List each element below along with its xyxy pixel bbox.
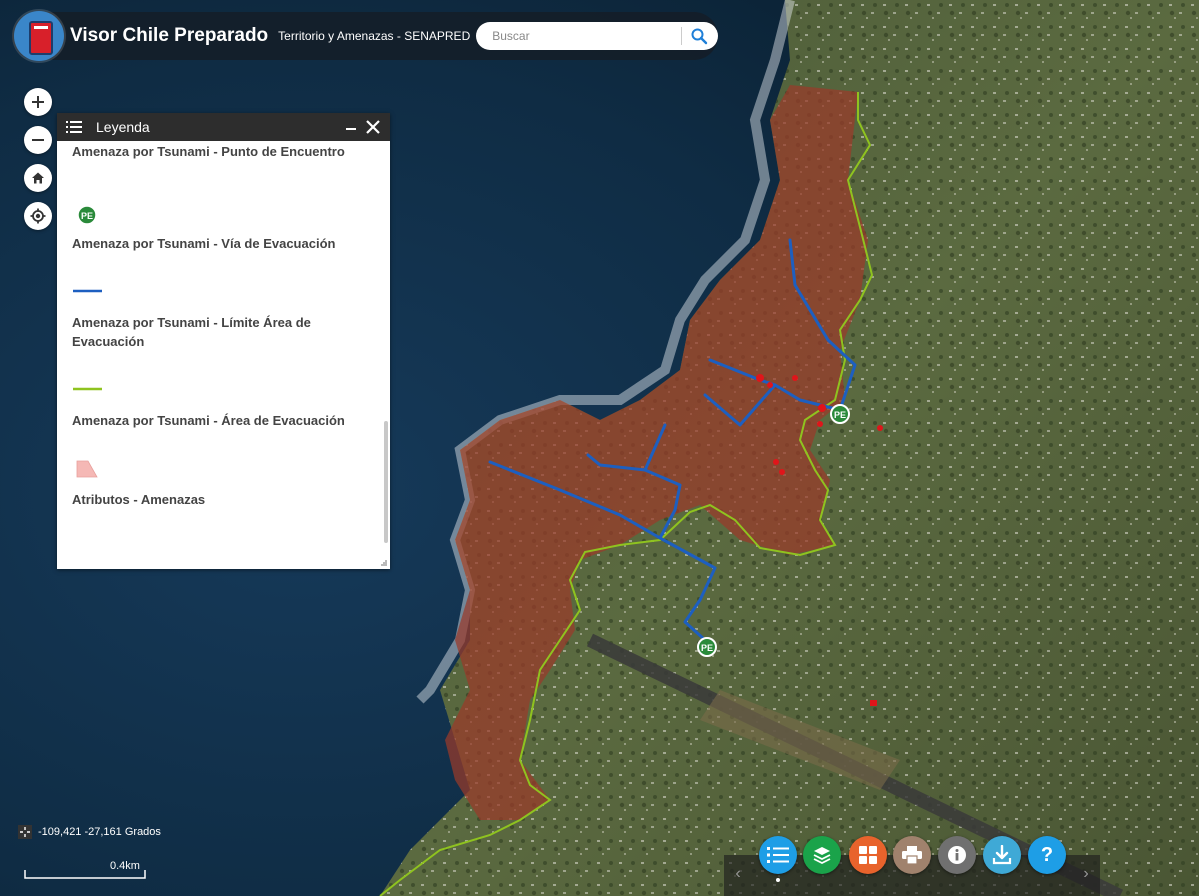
meeting-point-marker[interactable]: PE [830,404,850,424]
legend-panel: Leyenda Amenaza por Tsunami - Punto de E… [57,113,390,569]
basemap-grid-icon [859,846,877,864]
legend-scrollbar[interactable] [384,421,388,543]
legend-item-title: Amenaza por Tsunami - Vía de Evacuación [72,236,336,251]
meeting-point-symbol-icon: PE [77,205,97,225]
print-button[interactable] [893,836,931,874]
layers-icon [813,847,831,865]
basemap-button[interactable] [849,836,887,874]
zoom-in-button[interactable] [24,88,52,116]
resize-grip-icon[interactable] [380,559,388,567]
zoom-out-button[interactable] [24,126,52,154]
home-icon [32,172,44,184]
evacuation-limit-symbol-icon [73,387,102,391]
search-icon[interactable] [690,27,708,45]
search-box [476,22,718,50]
info-button[interactable] [938,836,976,874]
app-title: Visor Chile Preparado [70,25,269,46]
minus-icon [32,139,44,141]
my-location-button[interactable] [24,202,52,230]
help-icon: ? [1040,843,1054,866]
download-button[interactable] [983,836,1021,874]
plus-icon [32,96,44,108]
legend-list-icon [767,847,789,863]
app-header: Visor Chile Preparado Territorio y Amena… [12,11,718,61]
app-subtitle: Territorio y Amenazas - SENAPRED [278,29,471,43]
print-icon [902,846,922,864]
legend-item-title: Atributos - Amenazas [72,492,206,507]
svg-text:PE: PE [81,211,93,221]
legend-item-title: Amenaza por Tsunami - Límite Área de Eva… [72,315,311,349]
scale-bar: 0.4km [24,860,146,880]
scale-label: 0.4km [110,860,140,872]
coordinates-readout: -109,421 -27,161 Grados [18,824,161,840]
list-icon [66,121,82,133]
coordinates-text: -109,421 -27,161 Grados [38,826,161,838]
svg-text:PE: PE [834,410,846,420]
close-icon[interactable] [364,118,382,136]
meeting-point-marker[interactable]: PE [697,637,717,657]
download-icon [992,845,1012,865]
evacuation-route-symbol-icon [73,289,102,293]
search-input[interactable] [490,28,695,44]
minimize-icon[interactable] [344,119,358,135]
legend-body: Amenaza por Tsunami - Punto de Encuentro… [72,141,380,569]
legend-title: Leyenda [96,119,150,135]
evacuation-area-symbol-icon [76,460,98,478]
legend-button[interactable] [759,836,797,874]
legend-item-title: Amenaza por Tsunami - Punto de Encuentro [72,144,345,159]
legend-header: Leyenda [57,113,390,141]
search-divider [681,27,682,45]
locate-icon [30,208,46,224]
app-logo [14,11,64,61]
info-icon [948,846,966,864]
active-indicator [776,878,780,882]
legend-item-title: Amenaza por Tsunami - Área de Evacuación [72,413,345,428]
layers-button[interactable] [803,836,841,874]
svg-text:PE: PE [701,643,713,653]
toolbar-next-button[interactable]: › [1078,865,1094,883]
home-button[interactable] [24,164,52,192]
help-button[interactable]: ? [1028,836,1066,874]
toolbar-prev-button[interactable]: ‹ [730,865,746,883]
crosshair-icon[interactable] [18,825,32,839]
